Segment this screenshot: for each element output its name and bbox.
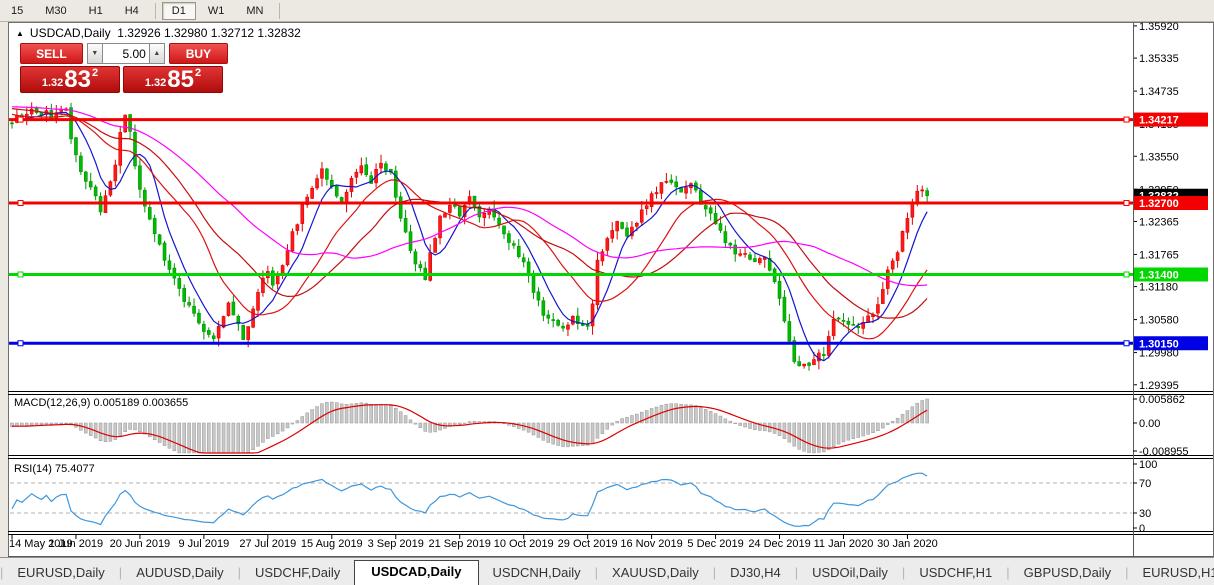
tab-eurusd-daily[interactable]: EURUSD,Daily [3, 562, 118, 585]
tab-eurusd-h1[interactable]: EURUSD,H1 [1128, 562, 1214, 585]
svg-text:1.30580: 1.30580 [1139, 315, 1179, 327]
buy-button[interactable]: BUY [168, 43, 228, 64]
svg-text:1.34217: 1.34217 [1139, 115, 1179, 127]
svg-text:21 Sep 2019: 21 Sep 2019 [429, 538, 491, 550]
svg-text:11 Jan 2020: 11 Jan 2020 [814, 538, 874, 550]
rsi-label: RSI(14) 75.4077 [14, 463, 95, 475]
tf-button-15[interactable]: 15 [1, 2, 33, 20]
svg-text:10 Oct 2019: 10 Oct 2019 [494, 538, 554, 550]
symbol-tab-bar: | EURUSD,Daily | AUDUSD,Daily | USDCHF,Daily U… [0, 557, 1214, 585]
svg-text:27 Jul 2019: 27 Jul 2019 [239, 538, 296, 550]
svg-text:24 Dec 2019: 24 Dec 2019 [748, 538, 810, 550]
macd-label: MACD(12,26,9) 0.005189 0.003655 [14, 397, 189, 409]
sell-price-prefix: 1.32 [41, 77, 64, 89]
svg-text:20 Jun 2019: 20 Jun 2019 [110, 538, 171, 550]
tf-button-mn[interactable]: MN [236, 2, 273, 20]
svg-text:1.32700: 1.32700 [1139, 198, 1179, 210]
sell-price-button[interactable]: 1.32 83 2 [20, 66, 120, 93]
svg-text:1 Jun 2019: 1 Jun 2019 [49, 538, 103, 550]
svg-text:-0.008955: -0.008955 [1139, 446, 1189, 458]
tab-usdchf-daily[interactable]: USDCHF,Daily [241, 562, 354, 585]
svg-text:0.005862: 0.005862 [1139, 394, 1185, 406]
tab-gbpusd-daily[interactable]: GBPUSD,Daily [1010, 562, 1125, 585]
svg-text:16 Nov 2019: 16 Nov 2019 [620, 538, 682, 550]
svg-text:29 Oct 2019: 29 Oct 2019 [558, 538, 618, 550]
svg-text:5 Dec 2019: 5 Dec 2019 [687, 538, 743, 550]
svg-text:15 Aug 2019: 15 Aug 2019 [301, 538, 363, 550]
svg-text:1.31180: 1.31180 [1139, 282, 1178, 294]
time-axis: 14 May 20191 Jun 2019 20 Jun 2019 9 Jul 20… [9, 535, 938, 550]
buy-price-main: 85 [167, 66, 194, 93]
svg-text:1.33550: 1.33550 [1139, 151, 1179, 163]
toolbar-separator [154, 2, 156, 19]
chart-header: ▲ USDCAD,Daily 1.32926 1.32980 1.32712 1.… [16, 26, 301, 40]
tf-button-d1[interactable]: D1 [161, 1, 196, 20]
volume-input[interactable] [102, 43, 149, 64]
tf-button-h4[interactable]: H4 [115, 2, 149, 20]
symbol-title: USDCAD,Daily [29, 26, 111, 40]
one-click-trade-panel: SELL ▼ ▲ BUY 1.32 83 2 1.32 85 2 [20, 43, 228, 93]
price-label-1.34217: 1.34217 [1134, 112, 1208, 127]
svg-text:3 Sep 2019: 3 Sep 2019 [368, 538, 424, 550]
volume-up-button[interactable]: ▲ [148, 43, 165, 64]
tab-usdoil-daily[interactable]: USDOil,Daily [798, 562, 902, 585]
tab-audusd-daily[interactable]: AUDUSD,Daily [122, 562, 237, 585]
tab-usdcad-daily[interactable]: USDCAD,Daily [354, 560, 479, 585]
svg-text:1.35920: 1.35920 [1139, 21, 1179, 33]
volume-down-button[interactable]: ▼ [86, 43, 103, 64]
svg-text:30 Jan 2020: 30 Jan 2020 [877, 538, 938, 550]
svg-text:100: 100 [1139, 459, 1157, 471]
svg-text:70: 70 [1139, 478, 1151, 490]
svg-text:1.31400: 1.31400 [1139, 270, 1179, 282]
buy-price-prefix: 1.32 [144, 77, 167, 89]
ohlc-values: 1.32926 1.32980 1.32712 1.32832 [117, 26, 301, 40]
toolbar-separator [279, 2, 281, 19]
svg-text:1.35335: 1.35335 [1139, 53, 1179, 65]
svg-text:1.34735: 1.34735 [1139, 86, 1179, 98]
price-label-1.31400: 1.31400 [1134, 267, 1208, 282]
timeframe-toolbar: 15 M30 H1 H4 D1 W1 MN [0, 0, 1214, 22]
svg-text:1.31765: 1.31765 [1139, 249, 1179, 261]
tf-button-h1[interactable]: H1 [79, 2, 113, 20]
svg-text:1.32365: 1.32365 [1139, 216, 1179, 228]
buy-price-button[interactable]: 1.32 85 2 [123, 66, 223, 93]
tf-button-m30[interactable]: M30 [35, 2, 76, 20]
tab-dj30-h4[interactable]: DJ30,H4 [716, 562, 795, 585]
svg-text:30: 30 [1139, 508, 1151, 520]
sell-price-main: 83 [64, 66, 91, 93]
tf-button-w1[interactable]: W1 [198, 2, 235, 20]
price-label-1.30150: 1.30150 [1134, 336, 1208, 351]
sell-price-pip: 2 [92, 67, 99, 79]
price-label-1.32700: 1.32700 [1134, 196, 1208, 210]
svg-text:1.29395: 1.29395 [1139, 380, 1179, 392]
buy-price-pip: 2 [195, 67, 202, 79]
tab-xauusd-daily[interactable]: XAUUSD,Daily [598, 562, 713, 585]
svg-text:0: 0 [1139, 523, 1145, 535]
tab-usdchf-h1[interactable]: USDCHF,H1 [905, 562, 1006, 585]
collapse-triangle-icon[interactable]: ▲ [16, 29, 24, 38]
svg-text:1.30150: 1.30150 [1139, 338, 1179, 350]
svg-text:0.00: 0.00 [1139, 418, 1160, 430]
tab-usdcnh-daily[interactable]: USDCNH,Daily [479, 562, 595, 585]
sell-button[interactable]: SELL [20, 43, 83, 64]
svg-text:9 Jul 2019: 9 Jul 2019 [178, 538, 229, 550]
